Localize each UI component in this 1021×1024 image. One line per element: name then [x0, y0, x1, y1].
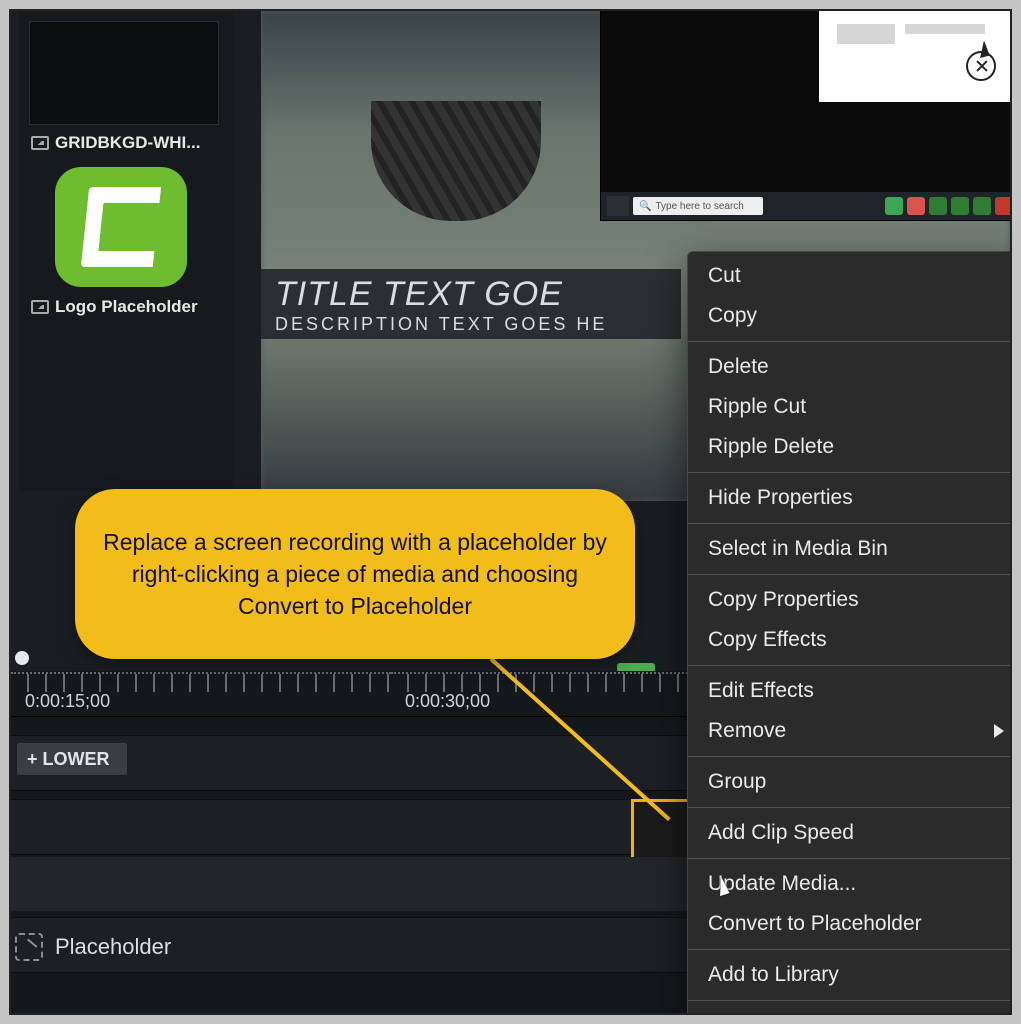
- menu-item-remove[interactable]: Remove: [688, 711, 1012, 751]
- menu-item-select-in-media-bin[interactable]: Select in Media Bin: [688, 529, 1012, 569]
- taskbar-tile-icon: [907, 197, 925, 215]
- taskbar-search: 🔍 Type here to search: [633, 197, 763, 215]
- media-item-grid-label[interactable]: GRIDBKGD-WHI...: [19, 129, 233, 167]
- menu-item-split-at-playhead[interactable]: Split at Playhead: [688, 1006, 1012, 1015]
- menu-item-cut[interactable]: Cut: [688, 256, 1012, 296]
- context-menu: Cut Copy Delete Ripple Cut Ripple Delete…: [687, 251, 1012, 1015]
- placeholder-icon: [15, 933, 43, 961]
- clip-lower-third[interactable]: + LOWER: [17, 743, 127, 775]
- media-bin: GRIDBKGD-WHI... Logo Placeholder: [19, 11, 233, 491]
- menu-item-copy-properties[interactable]: Copy Properties: [688, 580, 1012, 620]
- placeholder-label: Placeholder: [55, 934, 171, 960]
- ruler-timecode: 0:00:30;00: [405, 691, 490, 712]
- menu-item-ripple-delete[interactable]: Ripple Delete: [688, 427, 1012, 467]
- taskbar-search-placeholder: Type here to search: [655, 201, 743, 212]
- media-item-label: Logo Placeholder: [55, 297, 198, 317]
- media-thumbnail-logo[interactable]: [55, 167, 187, 287]
- taskbar-tile-icon: [995, 197, 1010, 215]
- ruler-timecode: 0:00:15;00: [25, 691, 110, 712]
- screen-recording-preview: 🔍 Type here to search: [600, 11, 1010, 221]
- menu-item-copy[interactable]: Copy: [688, 296, 1012, 336]
- menu-item-add-clip-speed[interactable]: Add Clip Speed: [688, 813, 1012, 853]
- menu-separator: [688, 523, 1012, 524]
- menu-separator: [688, 807, 1012, 808]
- scrubber-handle[interactable]: [15, 651, 29, 665]
- lower-third-overlay: TITLE TEXT GOE DESCRIPTION TEXT GOES HE: [261, 269, 681, 339]
- menu-separator: [688, 472, 1012, 473]
- menu-separator: [688, 949, 1012, 950]
- menu-separator: [688, 665, 1012, 666]
- menu-separator: [688, 858, 1012, 859]
- media-thumbnail-grid[interactable]: [29, 21, 219, 125]
- close-cursor-icon: [962, 43, 1002, 83]
- media-item-logo-label[interactable]: Logo Placeholder: [19, 293, 233, 331]
- menu-separator: [688, 1000, 1012, 1001]
- camtasia-logo-icon: [81, 187, 161, 267]
- submenu-arrow-icon: [994, 724, 1004, 738]
- menu-item-delete[interactable]: Delete: [688, 347, 1012, 387]
- menu-item-group[interactable]: Group: [688, 762, 1012, 802]
- instruction-callout: Replace a screen recording with a placeh…: [75, 489, 635, 659]
- menu-item-hide-properties[interactable]: Hide Properties: [688, 478, 1012, 518]
- start-button-icon: [607, 196, 629, 216]
- image-icon: [31, 136, 49, 150]
- description-text: DESCRIPTION TEXT GOES HE: [275, 314, 667, 335]
- image-icon: [31, 300, 49, 314]
- callout-text: Replace a screen recording with a placeh…: [101, 526, 609, 622]
- menu-separator: [688, 574, 1012, 575]
- menu-item-ripple-cut[interactable]: Ripple Cut: [688, 387, 1012, 427]
- placeholder-track-item[interactable]: Placeholder: [15, 927, 171, 967]
- menu-item-convert-to-placeholder[interactable]: Convert to Placeholder: [688, 904, 1012, 944]
- cursor-icon: [717, 877, 739, 899]
- taskbar-tile-icon: [973, 197, 991, 215]
- taskbar-tile-icon: [929, 197, 947, 215]
- menu-separator: [688, 756, 1012, 757]
- media-item-label: GRIDBKGD-WHI...: [55, 133, 200, 153]
- menu-item-add-to-library[interactable]: Add to Library: [688, 955, 1012, 995]
- menu-item-edit-effects[interactable]: Edit Effects: [688, 671, 1012, 711]
- menu-separator: [688, 341, 1012, 342]
- taskbar-tile-icon: [885, 197, 903, 215]
- clip-label: + LOWER: [27, 749, 110, 770]
- windows-taskbar: 🔍 Type here to search: [601, 192, 1010, 220]
- title-text: TITLE TEXT GOE: [275, 275, 667, 314]
- menu-item-copy-effects[interactable]: Copy Effects: [688, 620, 1012, 660]
- app-window: GRIDBKGD-WHI... Logo Placeholder TITLE T…: [9, 9, 1012, 1015]
- taskbar-tile-icon: [951, 197, 969, 215]
